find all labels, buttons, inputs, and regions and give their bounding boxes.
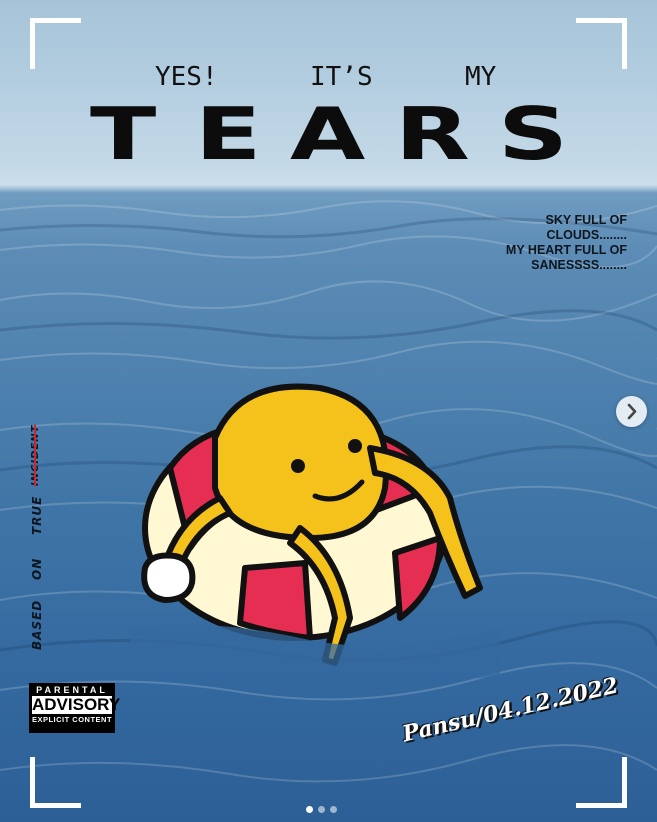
vertical-word: TRUE	[30, 495, 44, 535]
carousel-dot-active[interactable]	[306, 806, 313, 813]
sky-note-line: SANESSSS........	[531, 258, 627, 272]
mascot-eye	[291, 459, 305, 473]
title-letter: R	[395, 92, 470, 176]
frame-corner-bottom-left	[30, 757, 81, 808]
mascot-illustration	[130, 383, 500, 678]
artist-signature: Pansu/04.12.2022	[400, 672, 621, 780]
mascot-glove	[141, 552, 196, 603]
subtitle-word: YES!	[155, 62, 218, 92]
sky-note: SKY FULL OF CLOUDS........ MY HEART FULL…	[427, 213, 627, 273]
carousel-indicator	[306, 800, 342, 813]
sky-note-line: MY HEART FULL OF	[505, 243, 627, 257]
title-letter: A	[290, 92, 366, 176]
mascot-eye	[348, 439, 362, 453]
advisory-line: ADVISORY	[32, 695, 121, 714]
parental-advisory-label: PARENTAL ADVISORY EXPLICIT CONTENT	[29, 683, 121, 733]
chevron-right-icon	[627, 403, 637, 420]
advisory-line: EXPLICIT CONTENT	[31, 715, 113, 724]
title-letter: E	[195, 92, 262, 176]
sky-note-line: SKY FULL OF	[545, 213, 628, 227]
title-letter: S	[498, 92, 569, 176]
carousel-dot[interactable]	[330, 806, 337, 813]
sky-note-line: CLOUDS........	[546, 228, 627, 242]
vertical-word: BASED	[30, 599, 44, 650]
title-letter: T	[90, 92, 157, 176]
vertical-word: ON	[30, 557, 44, 580]
subtitle-word: MY	[465, 62, 497, 92]
subtitle-word: IT’S	[310, 62, 373, 92]
carousel-next-button[interactable]	[616, 396, 647, 427]
ring-stripe	[237, 560, 313, 641]
struck-word: INCIDENT	[30, 424, 41, 486]
poster-title: T E A R S	[0, 92, 657, 176]
carousel-dot[interactable]	[318, 806, 325, 813]
advisory-line: PARENTAL	[36, 685, 108, 695]
poster: YES! IT’S MY T E A R S SKY FULL OF CLOUD…	[0, 0, 657, 822]
ring-stripe	[392, 535, 443, 621]
